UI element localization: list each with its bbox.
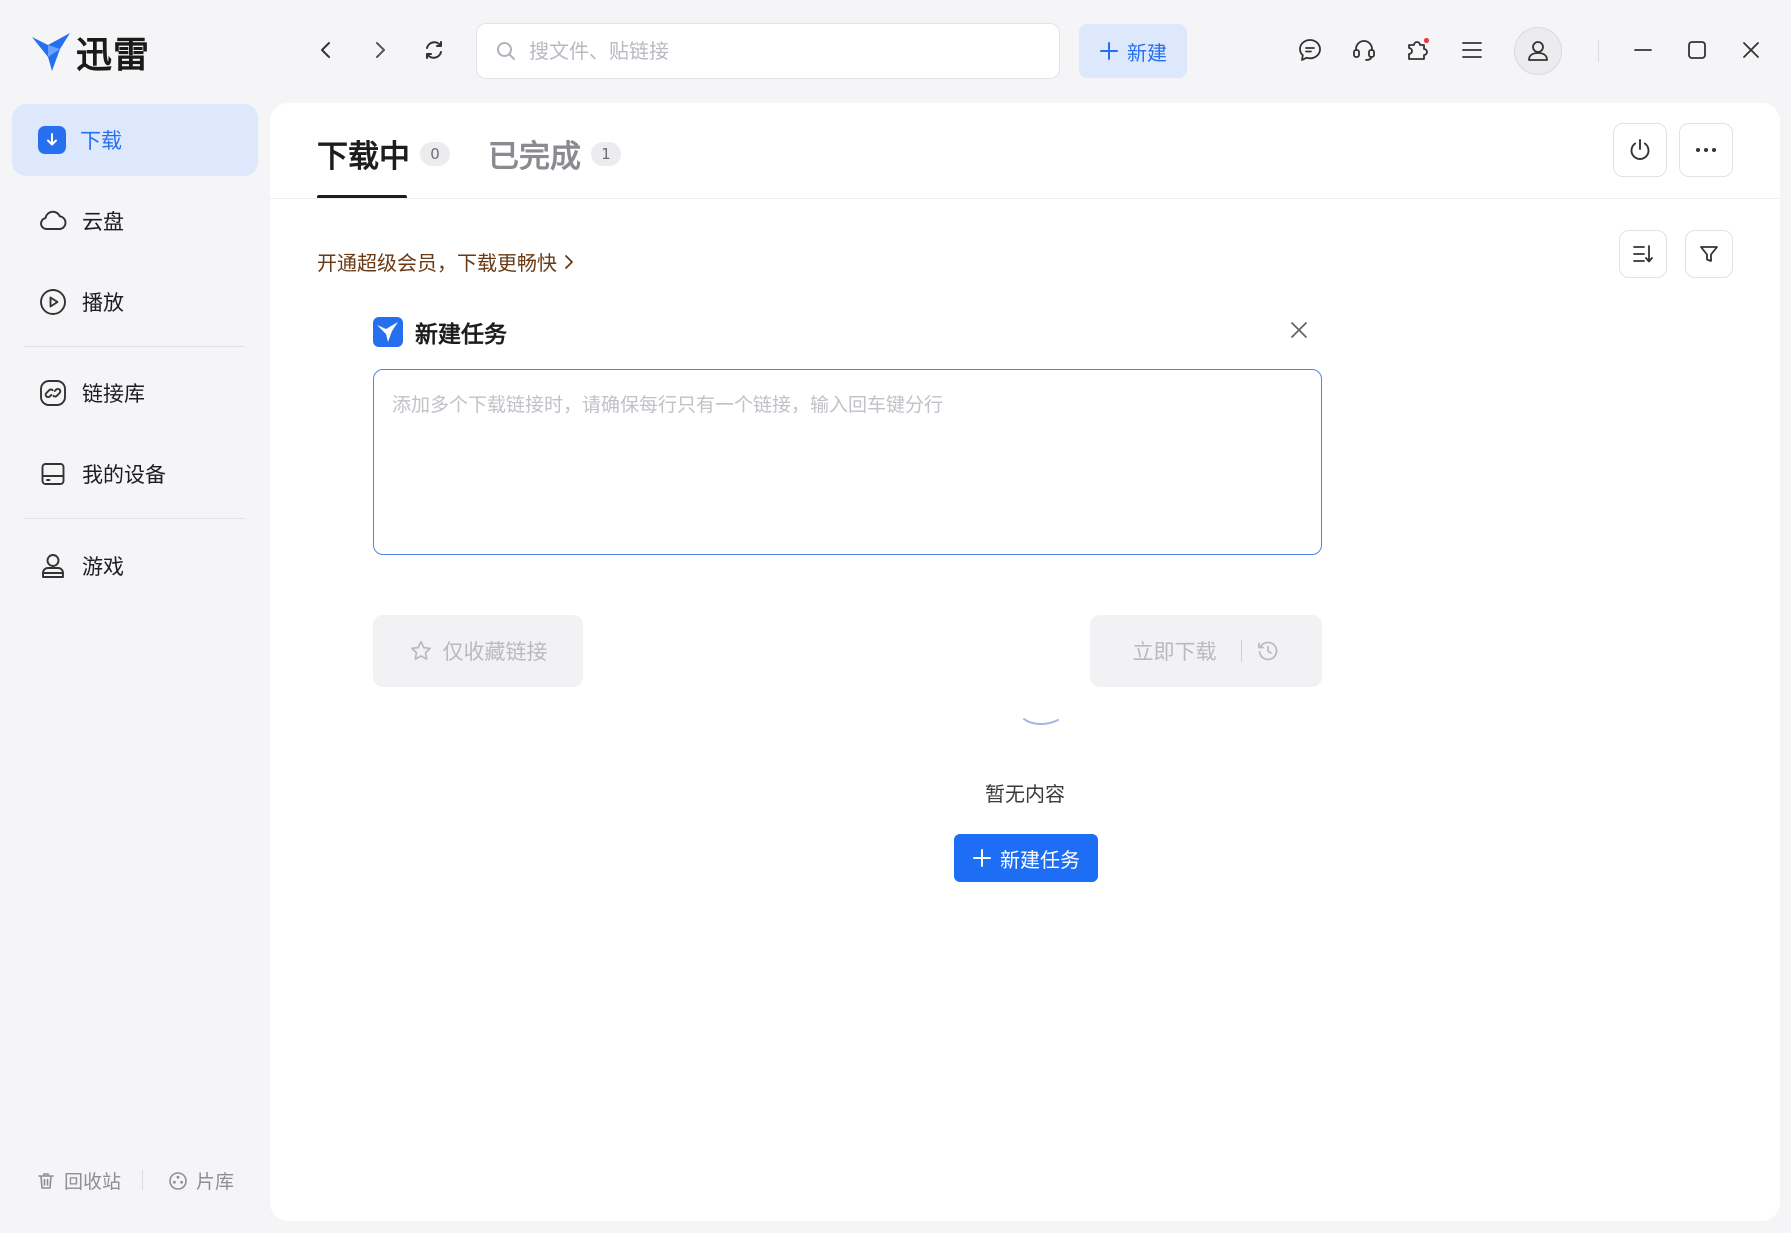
download-button-separator — [1240, 640, 1242, 662]
app-name: 迅雷 — [76, 35, 151, 76]
sidebar-item-play[interactable]: 播放 — [12, 266, 258, 338]
sidebar-item-label: 游戏 — [82, 555, 124, 579]
puzzle-icon — [1404, 36, 1432, 64]
sidebar-item-cloud[interactable]: 云盘 — [12, 185, 258, 257]
search-box[interactable] — [476, 23, 1060, 79]
history-clock-icon — [1256, 639, 1280, 663]
favorite-button-label: 仅收藏链接 — [442, 640, 548, 664]
forward-button[interactable] — [362, 32, 398, 68]
main-menu-button[interactable] — [1455, 33, 1489, 67]
favorite-links-only-button[interactable]: 仅收藏链接 — [373, 615, 583, 687]
dialog-title: 新建任务 — [415, 322, 507, 348]
star-icon — [409, 639, 433, 663]
new-task-dialog-header: 新建任务 — [373, 315, 507, 349]
sort-icon — [1631, 242, 1655, 266]
film-reel-icon — [168, 1171, 188, 1191]
new-button-label: 新建 — [1127, 40, 1167, 65]
cloud-icon — [38, 206, 68, 236]
refresh-icon — [423, 39, 445, 61]
chevron-left-icon — [316, 40, 336, 60]
minimize-button[interactable] — [1626, 33, 1660, 67]
plus-icon — [972, 848, 992, 868]
recycle-bin-link[interactable]: 回收站 — [36, 1167, 121, 1194]
maximize-button[interactable] — [1680, 33, 1714, 67]
plus-icon — [1099, 41, 1119, 61]
download-now-button[interactable]: 立即下载 — [1133, 636, 1217, 666]
plugins-button[interactable] — [1401, 33, 1435, 67]
minimize-icon — [1632, 39, 1654, 61]
window-controls-separator — [1598, 40, 1599, 62]
tab-count-badge: 0 — [420, 141, 450, 166]
headset-icon — [1351, 37, 1377, 63]
sidebar-item-label: 云盘 — [82, 210, 124, 234]
sidebar-item-label: 播放 — [82, 291, 124, 315]
app-logo: 迅雷 — [30, 26, 150, 78]
chat-icon — [1297, 37, 1323, 63]
sidebar-divider — [23, 518, 245, 519]
download-icon — [38, 126, 66, 154]
hard-drive-icon — [38, 459, 68, 489]
link-icon — [38, 378, 68, 408]
back-button[interactable] — [308, 32, 344, 68]
chevron-right-icon — [563, 254, 575, 270]
download-now-group: 立即下载 — [1090, 615, 1322, 687]
chevron-right-icon — [370, 40, 390, 60]
thunder-bird-icon — [30, 31, 72, 73]
tabs-divider — [270, 198, 1780, 199]
tab-label: 下载中 — [317, 139, 410, 175]
filter-icon — [1698, 243, 1720, 265]
more-options-button[interactable] — [1679, 123, 1733, 177]
thunder-app-icon — [373, 317, 403, 347]
download-links-textarea[interactable] — [392, 390, 1303, 534]
power-button[interactable] — [1613, 123, 1667, 177]
sidebar-item-link-library[interactable]: 链接库 — [12, 357, 258, 429]
maximize-icon — [1686, 39, 1708, 61]
new-task-header-button[interactable]: 新建 — [1079, 24, 1187, 78]
more-dots-icon — [1693, 137, 1719, 163]
sidebar-divider — [23, 346, 245, 347]
gamer-icon — [38, 551, 68, 581]
tab-downloading[interactable]: 下载中 0 — [317, 131, 450, 176]
support-button[interactable] — [1347, 33, 1381, 67]
download-history-button[interactable] — [1256, 639, 1280, 663]
promo-text: 开通超级会员，下载更畅快 — [317, 251, 557, 275]
trash-icon — [36, 1171, 56, 1191]
sidebar-bottom-separator — [142, 1170, 143, 1190]
message-button[interactable] — [1293, 33, 1327, 67]
empty-new-task-label: 新建任务 — [1000, 847, 1080, 872]
sidebar-item-my-devices[interactable]: 我的设备 — [12, 438, 258, 510]
sort-button[interactable] — [1619, 230, 1667, 278]
power-icon — [1627, 137, 1653, 163]
filter-button[interactable] — [1685, 230, 1733, 278]
main-panel: 下载中 0 已完成 1 开通超级会员，下载更畅快 新建任务 添加多个下载链接时，… — [270, 103, 1780, 1221]
empty-state-text: 暂无内容 — [985, 782, 1065, 806]
close-icon — [1288, 319, 1310, 341]
vip-promo-link[interactable]: 开通超级会员，下载更畅快 — [317, 247, 575, 276]
close-window-button[interactable] — [1734, 33, 1768, 67]
sidebar-item-label: 下载 — [80, 129, 122, 153]
play-circle-icon — [38, 287, 68, 317]
sidebar-item-label: 我的设备 — [82, 463, 166, 487]
empty-state-illustration-icon — [1022, 717, 1062, 729]
sidebar-item-games[interactable]: 游戏 — [12, 530, 258, 602]
close-icon — [1740, 39, 1762, 61]
tab-label: 已完成 — [488, 139, 581, 175]
search-input[interactable] — [529, 39, 1029, 63]
recycle-bin-label: 回收站 — [64, 1171, 122, 1193]
film-library-link[interactable]: 片库 — [168, 1167, 234, 1194]
refresh-button[interactable] — [416, 32, 452, 68]
tab-count-badge: 1 — [591, 141, 621, 166]
sidebar-item-download[interactable]: 下载 — [12, 104, 258, 176]
user-icon — [1525, 38, 1551, 64]
film-library-label: 片库 — [196, 1171, 235, 1193]
search-icon — [495, 40, 517, 62]
dialog-close-button[interactable] — [1284, 315, 1314, 345]
empty-new-task-button[interactable]: 新建任务 — [954, 834, 1098, 882]
tab-completed[interactable]: 已完成 1 — [488, 131, 621, 176]
links-textarea-box[interactable] — [373, 369, 1322, 555]
user-avatar[interactable] — [1514, 27, 1562, 75]
sidebar-item-label: 链接库 — [82, 382, 145, 406]
hamburger-menu-icon — [1460, 38, 1484, 62]
